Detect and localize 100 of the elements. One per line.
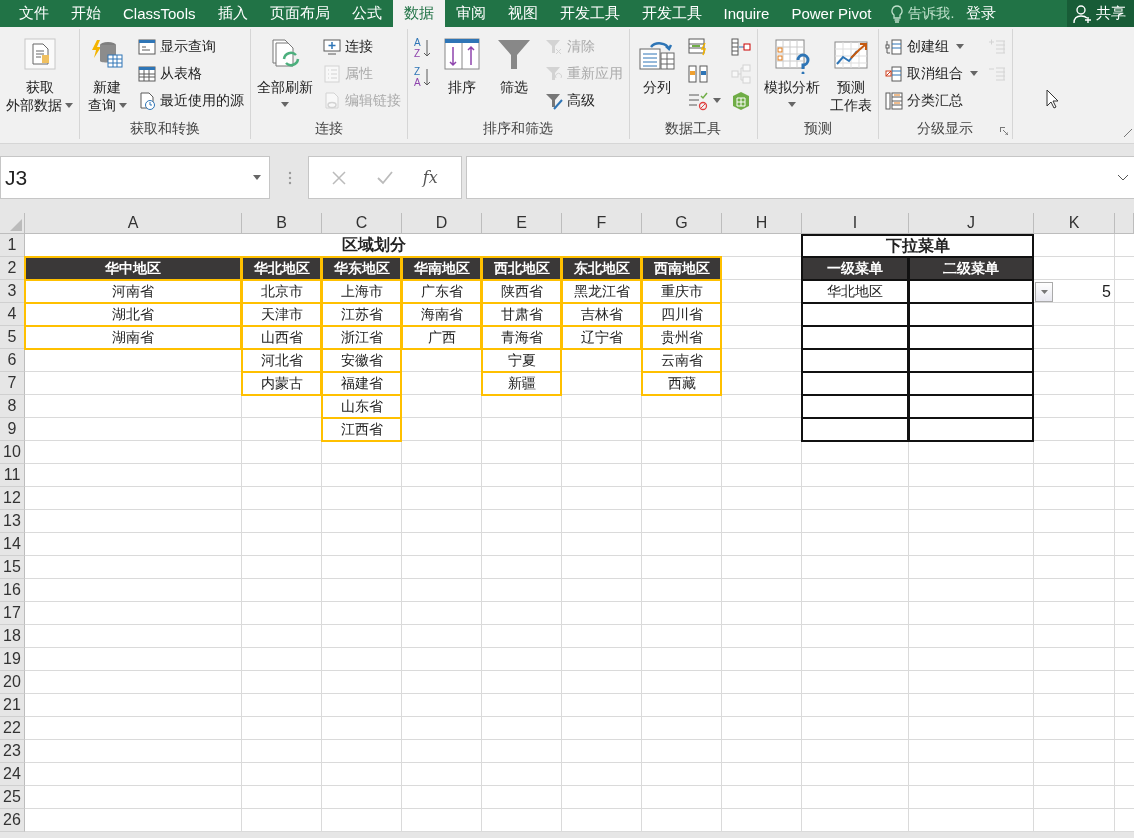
row-header[interactable]: 11: [0, 464, 25, 487]
collapse-ribbon-icon[interactable]: [1124, 129, 1132, 137]
ribbon-button[interactable]: 最近使用的源: [136, 88, 246, 113]
column-header[interactable]: G: [642, 213, 722, 234]
sort-button[interactable]: A Z: [412, 34, 433, 61]
ribbon-button[interactable]: 显示查询: [136, 34, 246, 59]
row-header[interactable]: 14: [0, 533, 25, 556]
row-header[interactable]: 25: [0, 786, 25, 809]
ribbon-button[interactable]: 高级: [542, 88, 625, 113]
column-header[interactable]: F: [562, 213, 642, 234]
column-header[interactable]: J: [909, 213, 1034, 234]
table-header-cell: 东北地区: [561, 256, 642, 281]
name-box[interactable]: J3: [0, 156, 270, 199]
ribbon-button[interactable]: 从表格: [136, 61, 246, 86]
column-header[interactable]: [1115, 213, 1134, 234]
row-header[interactable]: 22: [0, 717, 25, 740]
ribbon-tab[interactable]: 开始: [60, 0, 112, 27]
row-header[interactable]: 15: [0, 556, 25, 579]
cancel-icon[interactable]: [332, 170, 347, 185]
ribbon-tab[interactable]: 公式: [340, 0, 393, 27]
sort-button[interactable]: Z A: [412, 63, 433, 90]
ribbon-tab[interactable]: 开发工具: [548, 0, 631, 27]
table-cell: 甘肃省: [481, 302, 562, 327]
enter-icon[interactable]: [376, 170, 393, 185]
row-header[interactable]: 2: [0, 257, 25, 280]
column-header[interactable]: B: [242, 213, 322, 234]
ribbon-button[interactable]: 创建组: [882, 34, 980, 59]
ribbon-tab[interactable]: 插入: [206, 0, 259, 27]
select-all-icon: [10, 219, 22, 231]
caret-icon: [65, 102, 73, 108]
row-header[interactable]: 9: [0, 418, 25, 441]
ribbon-button[interactable]: 全部刷新: [255, 34, 315, 109]
ribbon-button[interactable]: 筛选: [490, 34, 537, 98]
formula-input[interactable]: [466, 156, 1134, 199]
row-header[interactable]: 17: [0, 602, 25, 625]
ribbon-button[interactable]: 连接: [321, 34, 403, 59]
ribbon-tab[interactable]: 文件: [8, 0, 60, 27]
row-header[interactable]: 12: [0, 487, 25, 510]
tell-me-field[interactable]: 告诉我.: [886, 0, 959, 27]
ribbon-tab[interactable]: 视图: [496, 0, 549, 27]
row-header[interactable]: 10: [0, 441, 25, 464]
merge-table-icon: [730, 36, 751, 57]
caret-icon: [712, 98, 721, 103]
share-button[interactable]: 共享: [1067, 0, 1134, 27]
group-label: 分级显示: [917, 120, 974, 138]
row-header[interactable]: 1: [0, 234, 25, 257]
funnel-refresh-icon: [544, 64, 563, 83]
row-header[interactable]: 13: [0, 510, 25, 533]
row-header[interactable]: 3: [0, 280, 25, 303]
ribbon-button[interactable]: 模拟分析: [761, 34, 822, 109]
table-cell: 山西省: [241, 325, 322, 350]
table-cell: 北京市: [241, 279, 322, 304]
ribbon-button[interactable]: 排序: [438, 34, 485, 98]
column-header[interactable]: E: [482, 213, 562, 234]
ribbon-button[interactable]: 分列: [633, 34, 680, 98]
row-header[interactable]: 21: [0, 694, 25, 717]
table-header-cell: 华南地区: [401, 256, 482, 281]
ribbon-tab[interactable]: 页面布局: [258, 0, 341, 27]
ribbon-button[interactable]: 预测 工作表: [827, 34, 874, 116]
group-label: 数据工具: [665, 120, 722, 138]
row-header[interactable]: 23: [0, 740, 25, 763]
ribbon-tab[interactable]: 审阅: [444, 0, 497, 27]
row-header[interactable]: 7: [0, 372, 25, 395]
insert-function-button[interactable]: fx: [422, 168, 438, 187]
sign-in-link[interactable]: 登录: [958, 0, 1005, 27]
row-header[interactable]: 8: [0, 395, 25, 418]
row-header[interactable]: 24: [0, 763, 25, 786]
ribbon-tab[interactable]: Power Pivot: [780, 0, 883, 27]
column-header[interactable]: C: [322, 213, 402, 234]
tell-me-text: 告诉我.: [908, 4, 955, 23]
ribbon-button[interactable]: 新建 查询: [84, 34, 130, 116]
column-header[interactable]: D: [402, 213, 482, 234]
column-header[interactable]: A: [25, 213, 242, 234]
ribbon-button[interactable]: 取消组合: [882, 61, 980, 86]
row-header[interactable]: 19: [0, 648, 25, 671]
ribbon-tab[interactable]: ClassTools: [112, 0, 207, 27]
column-header[interactable]: K: [1034, 213, 1115, 234]
row-header[interactable]: 20: [0, 671, 25, 694]
row-header[interactable]: 16: [0, 579, 25, 602]
row-header[interactable]: 18: [0, 625, 25, 648]
ribbon-tab[interactable]: Inquire: [712, 0, 781, 27]
ribbon-button[interactable]: 获取 外部数据: [4, 34, 75, 116]
table-cell: 浙江省: [321, 325, 402, 350]
row-header[interactable]: 6: [0, 349, 25, 372]
column-header[interactable]: H: [722, 213, 802, 234]
columns-icon: [687, 63, 708, 84]
window-icon: [138, 37, 156, 56]
row-header[interactable]: 4: [0, 303, 25, 326]
ribbon-button[interactable]: 分类汇总: [882, 88, 980, 113]
table-cell: 河北省: [241, 348, 322, 373]
group-label: 预测: [803, 120, 832, 138]
group-icon: [884, 37, 903, 56]
row-header[interactable]: 26: [0, 809, 25, 832]
dropdown-button[interactable]: [1035, 281, 1053, 302]
ribbon-tab[interactable]: 开发工具: [630, 0, 713, 27]
ribbon-tab[interactable]: 数据: [392, 0, 445, 27]
dialog-launcher-icon[interactable]: [999, 127, 1008, 135]
select-all-button[interactable]: [0, 213, 25, 234]
column-header[interactable]: I: [802, 213, 909, 234]
row-header[interactable]: 5: [0, 326, 25, 349]
